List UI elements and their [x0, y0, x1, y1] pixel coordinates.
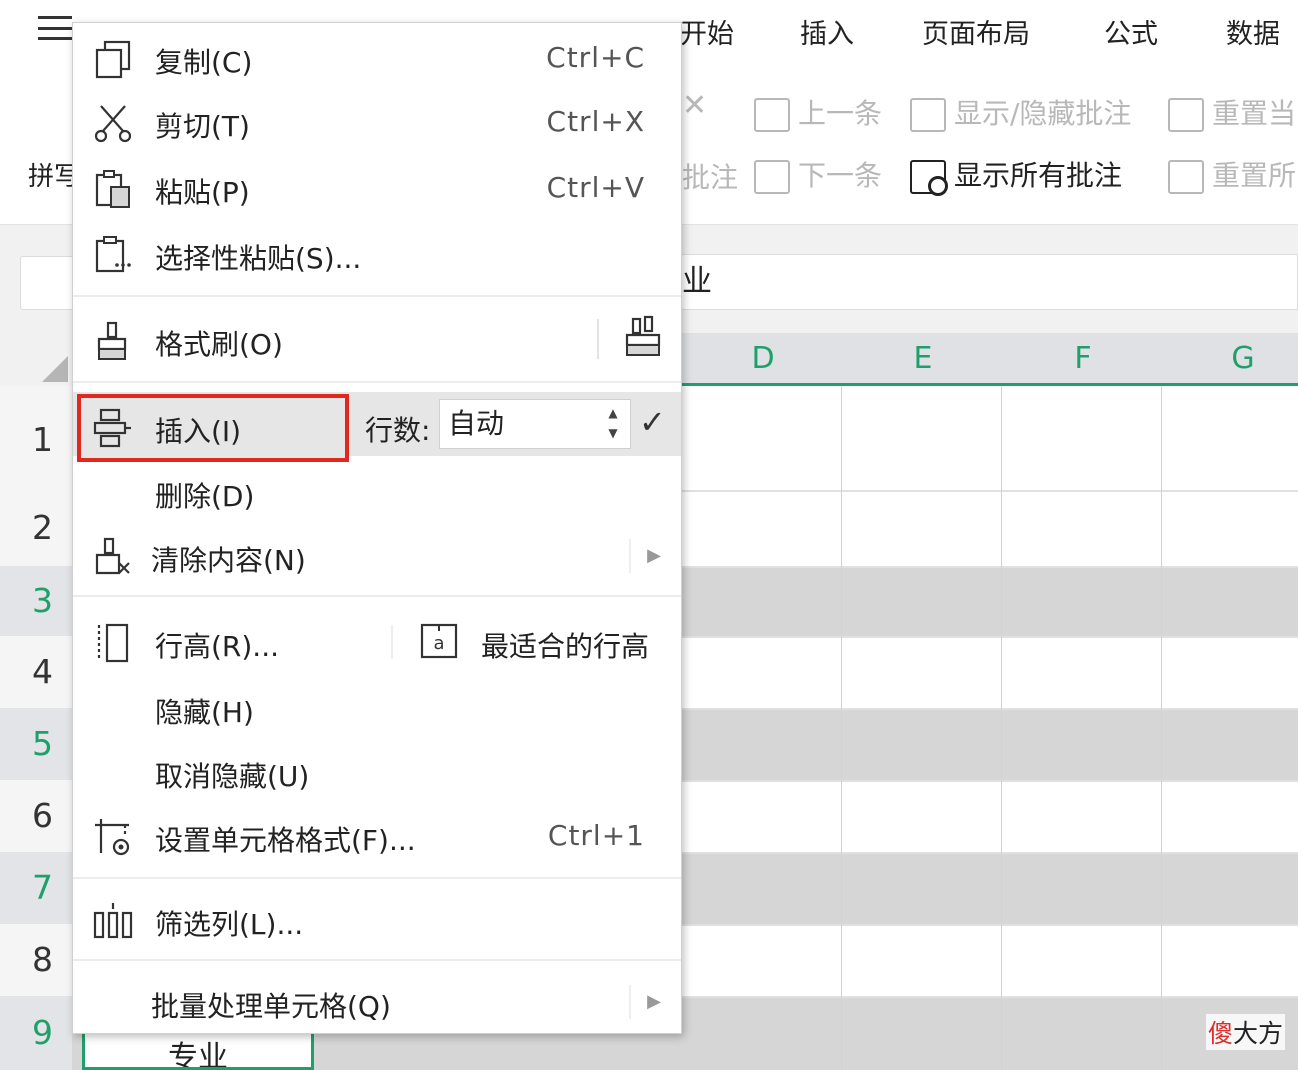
best-fit-icon: a [420, 623, 458, 659]
menu-item-paste-special[interactable]: 选择性粘贴(S)... [73, 233, 681, 279]
menu-item-batch-process[interactable]: 批量处理单元格(Q) ▶ [73, 981, 681, 1027]
column-divider [1161, 386, 1162, 1070]
menu-icon[interactable] [38, 16, 72, 40]
toggle-comment-icon [910, 98, 946, 132]
tab-home[interactable]: 开始 [680, 12, 734, 51]
row-header-4[interactable]: 4 [0, 652, 72, 691]
next-comment-button[interactable]: 下一条 [754, 154, 882, 194]
column-header: D E F G [681, 333, 1298, 386]
copy-icon [95, 40, 131, 79]
toggle-comment-button[interactable]: 显示/隐藏批注 [910, 92, 1131, 132]
menu-item-clear-contents[interactable]: 清除内容(N) ▶ [73, 535, 681, 581]
active-cell[interactable]: 专业 [82, 1030, 314, 1070]
show-comments-icon [910, 160, 948, 196]
name-box[interactable] [20, 256, 80, 310]
chevron-up-icon[interactable]: ▲ [603, 403, 623, 423]
watermark: 傻大方 [1206, 1014, 1286, 1050]
reset-all-button[interactable]: 重置所 [1168, 154, 1296, 194]
tab-insert[interactable]: 插入 [800, 12, 854, 51]
row-header-3[interactable]: 3 [0, 566, 72, 636]
menu-separator [73, 959, 681, 961]
table-row [681, 710, 1298, 780]
tab-page-layout[interactable]: 页面布局 [922, 12, 1030, 51]
menu-item-unhide[interactable]: 取消隐藏(U) [73, 751, 681, 797]
table-row [681, 854, 1298, 924]
column-divider [841, 386, 842, 1070]
row-header-6[interactable]: 6 [0, 796, 72, 835]
show-all-comments-button[interactable]: 显示所有批注 [910, 154, 1122, 196]
prev-comment-button[interactable]: 上一条 [754, 92, 882, 132]
column-divider [1001, 386, 1002, 1070]
chevron-down-icon[interactable]: ▼ [603, 423, 623, 443]
menu-item-filter-column[interactable]: 筛选列(L)... [73, 899, 681, 945]
row-divider [681, 852, 1298, 854]
row-divider [681, 924, 1298, 926]
reset-current-icon [1168, 98, 1204, 132]
column-header-e[interactable]: E [843, 333, 1003, 383]
format-brush-icon [97, 321, 127, 360]
comment-button[interactable]: 批注 [682, 156, 738, 196]
next-comment-icon [754, 160, 790, 194]
cell-grid[interactable] [681, 386, 1298, 1070]
row-header-1[interactable]: 1 [0, 420, 72, 459]
menu-item-format-painter[interactable]: 格式刷(O) [73, 315, 681, 365]
row-header-5[interactable]: 5 [0, 708, 72, 780]
column-header-f[interactable]: F [1003, 333, 1163, 383]
column-header-g[interactable]: G [1163, 333, 1298, 383]
menu-item-paste[interactable]: 粘贴(P) Ctrl+V [73, 167, 681, 213]
menu-item-delete[interactable]: 删除(D) [73, 471, 681, 517]
row-divider [681, 566, 1298, 568]
chevron-right-icon: ▶ [647, 545, 661, 566]
row-header-2[interactable]: 2 [0, 508, 72, 547]
divider [629, 539, 631, 573]
row-count-stepper[interactable]: ▲ ▼ [603, 403, 623, 447]
row-header: 1 2 3 4 5 6 7 8 9 [0, 386, 72, 1070]
confirm-check-icon[interactable]: ✓ [639, 403, 666, 441]
row-header-9[interactable]: 9 [0, 996, 72, 1070]
menu-separator [73, 595, 681, 597]
row-divider [681, 490, 1298, 492]
column-header-d[interactable]: D [683, 333, 843, 383]
row-divider [681, 708, 1298, 710]
row-header-8[interactable]: 8 [0, 940, 72, 979]
context-menu: 复制(C) Ctrl+C 剪切(T) Ctrl+X 粘贴(P) Ctrl+V 选… [72, 22, 682, 1034]
row-header-7[interactable]: 7 [0, 852, 72, 924]
divider [391, 625, 393, 659]
reset-current-button[interactable]: 重置当 [1168, 92, 1296, 132]
row-divider [681, 636, 1298, 638]
format-cells-icon [95, 819, 130, 856]
row-divider [681, 780, 1298, 782]
insert-icon [93, 408, 131, 448]
menu-separator [73, 877, 681, 879]
formula-input[interactable]: 业 [681, 254, 1298, 310]
menu-item-copy[interactable]: 复制(C) Ctrl+C [73, 37, 681, 83]
row-divider [681, 996, 1298, 998]
chevron-right-icon: ▶ [647, 991, 661, 1012]
menu-item-format-cells[interactable]: 设置单元格格式(F)... Ctrl+1 [73, 815, 681, 861]
format-brush-continuous-icon[interactable] [623, 315, 667, 359]
paste-icon [95, 170, 130, 208]
menu-item-insert[interactable]: 插入(I) [77, 394, 349, 462]
reset-all-icon [1168, 160, 1204, 194]
menu-separator [73, 295, 681, 297]
clear-contents-icon [95, 537, 130, 575]
menu-separator [73, 381, 681, 383]
divider [597, 319, 599, 359]
paste-special-icon [95, 236, 131, 273]
divider [629, 985, 631, 1019]
menu-item-best-fit-row-height[interactable]: a 最适合的行高 [413, 621, 681, 667]
scissors-icon [94, 105, 132, 143]
tab-formulas[interactable]: 公式 [1104, 12, 1158, 51]
prev-comment-icon [754, 98, 790, 132]
tab-data[interactable]: 数据 [1226, 12, 1280, 51]
row-height-icon [97, 623, 129, 663]
menu-item-cut[interactable]: 剪切(T) Ctrl+X [73, 101, 681, 147]
filter-columns-icon [93, 903, 133, 939]
table-row [681, 568, 1298, 636]
svg-text:a: a [433, 633, 444, 654]
delete-comment-icon[interactable]: ✕ [682, 88, 707, 123]
menu-item-hide[interactable]: 隐藏(H) [73, 687, 681, 733]
select-all-corner[interactable] [0, 333, 72, 386]
row-count-label: 行数: [365, 414, 431, 447]
